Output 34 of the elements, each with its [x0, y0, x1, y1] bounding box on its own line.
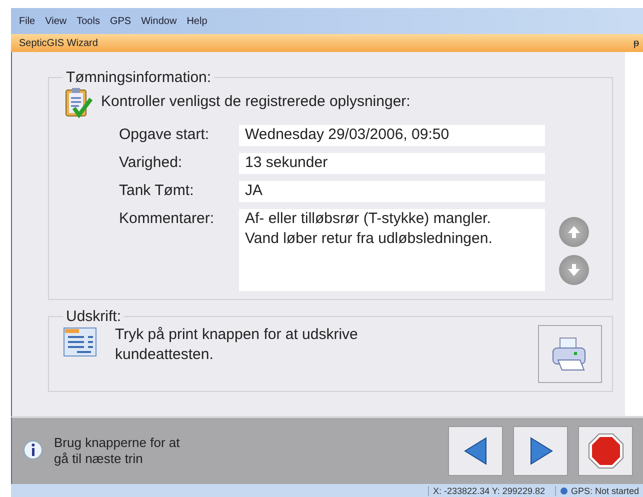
scroll-down-button[interactable]	[559, 255, 589, 285]
group-title: Udskrift:	[65, 308, 122, 325]
info-icon	[22, 440, 44, 462]
field-label: Tank Tømt:	[119, 181, 195, 201]
stop-button[interactable]	[578, 426, 633, 476]
menu-item[interactable]: Tools	[76, 16, 100, 26]
form-icon	[63, 327, 97, 357]
coordinates-text: X: -233822.34 Y: 299229.82	[428, 486, 549, 496]
comment-field[interactable]: Af- eller tilløbsrør (T-stykke) mangler. Vand løber retur fra udløbsledningen.	[239, 209, 545, 291]
instruction-text: Kontroller venligst de registrerede oplysninger:	[101, 92, 410, 112]
stop-sign-icon	[588, 433, 624, 469]
menu-item[interactable]: View	[45, 16, 67, 26]
menu-item[interactable]: Window	[141, 16, 177, 26]
value-field[interactable]: Wednesday 29/03/2006, 09:50	[239, 125, 545, 146]
field-label: Opgave start:	[119, 125, 210, 145]
field-label: Varighed:	[119, 153, 184, 173]
left-triangle-icon	[462, 436, 490, 466]
clipboard-check-icon	[63, 86, 93, 118]
menu-item[interactable]: GPS	[110, 16, 132, 26]
scroll-up-button[interactable]	[559, 217, 589, 247]
next-button[interactable]	[513, 426, 568, 476]
print-instruction: Tryk på print knappen for at udskrive kundeattesten.	[115, 325, 359, 365]
panel-title: SepticGIS Wizard	[19, 38, 98, 48]
pin-button[interactable]: ᵽ	[633, 38, 639, 48]
print-button[interactable]	[538, 325, 602, 383]
back-button[interactable]	[448, 426, 503, 476]
hint-text: Brug knapperne for at gå til næste trin	[54, 435, 181, 467]
gps-status: GPS: Not started	[570, 486, 639, 496]
value-field[interactable]: JA	[239, 181, 545, 202]
field-label: Kommentarer:	[119, 209, 216, 229]
menu-item[interactable]: Help	[186, 16, 208, 26]
group-title: Tømningsinformation:	[65, 69, 212, 86]
menu-item[interactable]: File	[19, 16, 36, 26]
value-field[interactable]: 13 sekunder	[239, 153, 545, 174]
